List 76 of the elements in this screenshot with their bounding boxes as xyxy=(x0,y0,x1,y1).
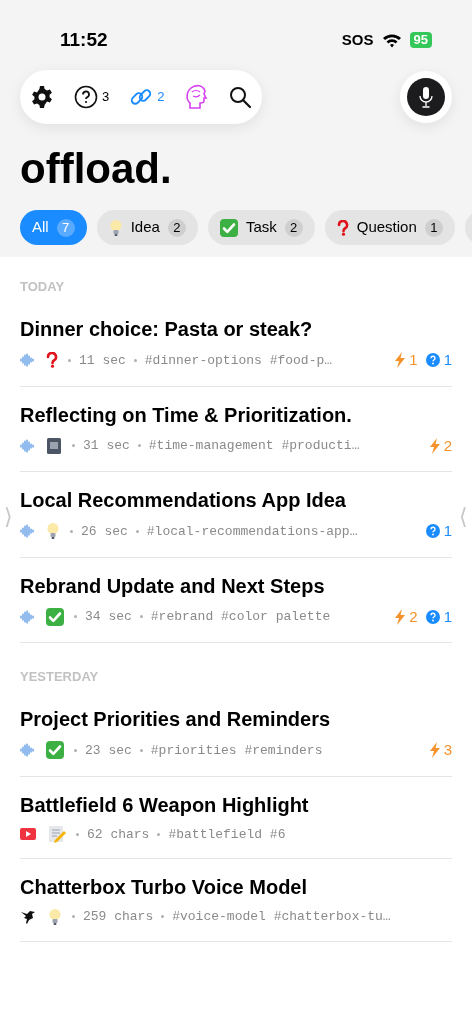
note-length: 31 sec xyxy=(83,437,130,455)
lightning-icon xyxy=(395,352,406,369)
spark-count: 2 xyxy=(443,435,452,456)
question-mark-icon xyxy=(336,219,349,236)
microphone-icon xyxy=(418,86,434,108)
check-box-icon xyxy=(46,607,64,626)
question-count: 1 xyxy=(443,521,452,541)
filter-chip[interactable]: Task 2 xyxy=(207,210,315,245)
chip-count: 1 xyxy=(424,218,443,237)
bird-icon xyxy=(20,908,36,925)
waveform-icon xyxy=(20,524,34,539)
note-title[interactable]: Project Priorities and Reminders xyxy=(20,705,452,733)
brain-head-icon[interactable] xyxy=(184,84,209,110)
lightbulb-icon xyxy=(108,218,123,237)
video-play-icon xyxy=(20,828,36,841)
question-circle-icon xyxy=(425,524,440,539)
question-mark-icon xyxy=(46,352,58,369)
lightning-icon xyxy=(429,742,440,759)
chip-count: 2 xyxy=(284,218,303,237)
links-count: 2 xyxy=(157,88,165,107)
note-tags: #dinner-options #food-p… xyxy=(144,350,333,370)
note-title[interactable]: Local Recommendations App Idea xyxy=(20,486,452,514)
note-tags: #rebrand #color palette xyxy=(150,607,331,627)
question-circle-icon xyxy=(425,609,440,624)
settings-icon[interactable] xyxy=(30,85,54,109)
lightbulb-icon xyxy=(46,522,60,541)
edge-marker: ⟨ xyxy=(459,503,468,531)
note-title[interactable]: Reflecting on Time & Prioritization. xyxy=(20,400,452,429)
edge-marker: ⟩ xyxy=(4,503,13,531)
check-box-icon xyxy=(219,218,238,237)
record-button[interactable] xyxy=(400,71,452,123)
filter-chip[interactable]: Question 1 xyxy=(324,210,455,245)
note-title[interactable]: Battlefield 6 Weapon Highlight xyxy=(20,790,452,819)
waveform-icon xyxy=(20,609,34,624)
note-title[interactable]: Dinner choice: Pasta or steak? xyxy=(20,315,452,343)
waveform-icon xyxy=(20,353,34,368)
note-tags: #local-recommendations-app… xyxy=(146,521,358,541)
lightning-icon xyxy=(395,608,406,625)
chip-count: 7 xyxy=(56,218,75,237)
question-circle-icon xyxy=(425,353,440,368)
questions-count: 3 xyxy=(102,88,110,107)
battery-level: 95 xyxy=(409,32,432,48)
question-count: 1 xyxy=(443,606,452,627)
spark-count: 2 xyxy=(409,606,418,627)
note-length: 34 sec xyxy=(85,608,132,626)
spark-count: 3 xyxy=(443,740,452,760)
note-length: 259 chars xyxy=(83,908,154,926)
note-length: 26 sec xyxy=(81,522,128,541)
note-length: 23 sec xyxy=(85,741,132,760)
note-title[interactable]: Rebrand Update and Next Steps xyxy=(20,571,452,600)
note-length: 62 chars xyxy=(87,825,150,844)
search-icon[interactable] xyxy=(228,85,253,109)
chip-count: 2 xyxy=(167,218,186,237)
lightbulb-icon xyxy=(48,907,62,926)
wifi-icon xyxy=(381,32,402,48)
memo-pencil-icon xyxy=(48,825,66,844)
section-heading: TODAY xyxy=(20,278,66,296)
note-tags: #battlefield #6 xyxy=(168,824,286,844)
carrier-text: SOS xyxy=(341,29,374,50)
waveform-icon xyxy=(20,438,34,453)
note-tags: #voice-model #chatterbox-tu… xyxy=(172,907,391,927)
question-count: 1 xyxy=(443,350,452,370)
note-tags: #priorities #reminders xyxy=(150,740,323,760)
filter-chip[interactable]: Idea 2 xyxy=(96,210,198,245)
note-tags: #time-management #producti… xyxy=(148,436,360,456)
question-circle-icon[interactable] xyxy=(74,85,98,109)
app-title: offload. xyxy=(19,144,173,194)
note-title[interactable]: Chatterbox Turbo Voice Model xyxy=(20,873,452,901)
check-box-icon xyxy=(46,741,64,760)
spark-count: 1 xyxy=(409,350,418,370)
section-heading: YESTERDAY xyxy=(20,668,100,686)
lightning-icon xyxy=(429,437,440,454)
note-length: 11 sec xyxy=(79,351,126,370)
status-time: 11:52 xyxy=(60,27,108,52)
waveform-icon xyxy=(20,743,34,758)
notebook-icon xyxy=(46,436,62,455)
